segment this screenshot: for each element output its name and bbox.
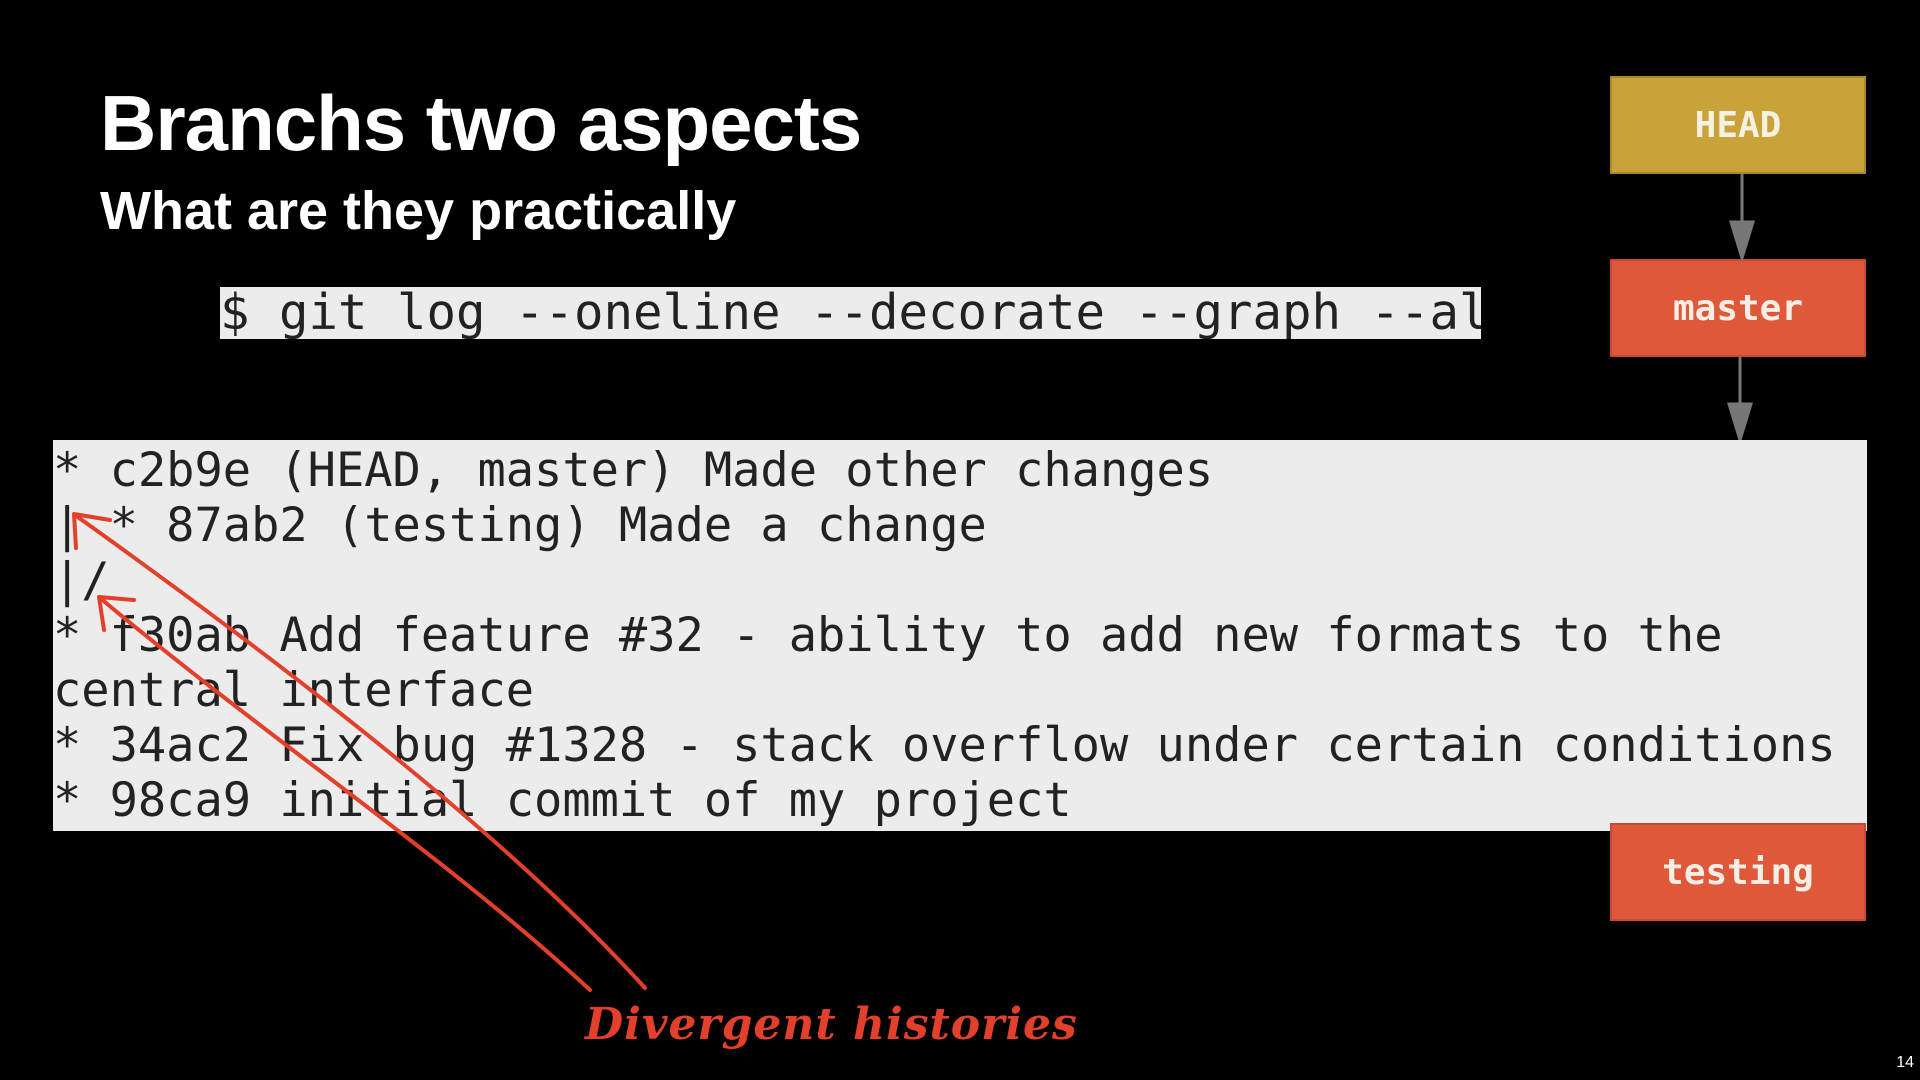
slide-subtitle: What are they practically <box>100 181 737 241</box>
log-line: | * 87ab2 (testing) Made a change <box>53 498 987 553</box>
log-line: |/ <box>53 553 110 608</box>
slide-title: Branchs two aspects <box>100 79 862 167</box>
head-to-master-arrowhead <box>1728 220 1756 264</box>
master-label: master <box>1672 287 1804 329</box>
master-to-commit-arrowhead <box>1726 402 1754 446</box>
git-command: $ git log --oneline --decorate --graph -… <box>220 287 1481 339</box>
slide: Branchs two aspects What are they practi… <box>0 0 1920 1080</box>
testing-branch: testing <box>1610 823 1866 921</box>
log-line: * c2b9e (HEAD, master) Made other change… <box>53 443 1214 498</box>
log-line: * 34ac2 Fix bug #1328 - stack overflow u… <box>53 718 1836 773</box>
log-line: * f30ab Add feature #32 - ability to add… <box>53 608 1723 663</box>
log-line: * 98ca9 initial commit of my project <box>53 773 1072 828</box>
head-pointer: HEAD <box>1610 76 1866 174</box>
page-number: 14 <box>1896 1054 1914 1071</box>
log-line: central interface <box>53 663 535 718</box>
head-label: HEAD <box>1694 104 1782 146</box>
master-branch: master <box>1610 259 1866 357</box>
git-log-output: * c2b9e (HEAD, master) Made other change… <box>53 440 1867 831</box>
annotation-text: Divergent histories <box>585 999 1078 1050</box>
testing-label: testing <box>1662 851 1814 893</box>
